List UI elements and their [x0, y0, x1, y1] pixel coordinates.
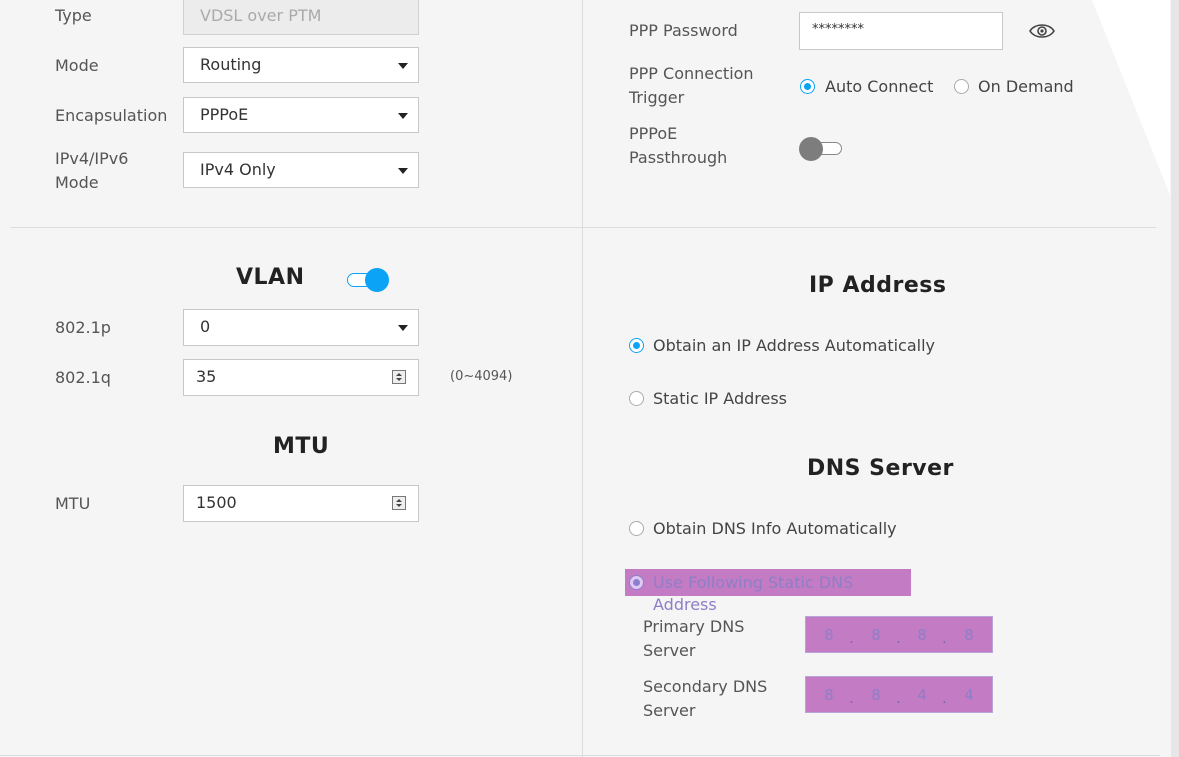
ppp-password-input[interactable]: ********: [799, 12, 1003, 50]
spinner-icon[interactable]: [392, 370, 406, 384]
ip-mode-label-line2: Mode: [55, 173, 99, 192]
vlan-title: VLAN: [236, 265, 305, 290]
secondary-dns-label-line2: Server: [643, 701, 696, 720]
mtu-label: MTU: [55, 494, 91, 513]
section-divider: [10, 227, 1156, 228]
vlan-q-input[interactable]: 35: [183, 359, 419, 396]
static-dns-label[interactable]: Use Following Static DNS Address: [653, 572, 911, 616]
obtain-ip-auto-label[interactable]: Obtain an IP Address Automatically: [653, 335, 935, 357]
vlan-q-value: 35: [196, 367, 217, 386]
mode-label: Mode: [55, 56, 99, 75]
octet-separator: .: [896, 689, 901, 707]
static-dns-highlight[interactable]: Use Following Static DNS Address: [625, 569, 911, 614]
column-divider-top: [582, 0, 583, 227]
obtain-ip-auto-radio[interactable]: [629, 338, 644, 353]
type-value: VDSL over PTM: [200, 6, 322, 25]
octet-separator: .: [849, 689, 854, 707]
secondary-dns-input[interactable]: 8 . 8 . 4 . 4: [805, 676, 993, 713]
chevron-down-icon: [398, 325, 408, 331]
secondary-dns-label-line1: Secondary DNS: [643, 677, 768, 696]
chevron-down-icon: [398, 63, 408, 69]
octet-separator: .: [942, 629, 947, 647]
ppp-trigger-label-line1: PPP Connection: [629, 64, 754, 83]
ppp-trigger-label-line2: Trigger: [629, 88, 685, 107]
column-divider-bottom: [582, 227, 583, 757]
eye-icon[interactable]: [1029, 22, 1055, 40]
octet[interactable]: 8: [819, 626, 839, 644]
ppp-password-label: PPP Password: [629, 21, 738, 40]
encapsulation-label: Encapsulation: [55, 106, 168, 125]
vlan-toggle[interactable]: [347, 268, 389, 292]
vlan-q-label: 802.1q: [55, 368, 111, 387]
octet[interactable]: 8: [866, 686, 886, 704]
toggle-knob: [799, 137, 823, 161]
vlan-q-range: (0~4094): [450, 369, 513, 384]
octet[interactable]: 4: [912, 686, 932, 704]
ip-mode-label-line1: IPv4/IPv6: [55, 149, 129, 168]
on-demand-label[interactable]: On Demand: [978, 76, 1074, 98]
vlan-p-value: 0: [200, 317, 211, 336]
bottom-divider: [0, 755, 1160, 756]
static-ip-radio[interactable]: [629, 391, 644, 406]
scrollbar-track[interactable]: [1171, 0, 1179, 757]
ppp-password-value: ********: [812, 22, 864, 37]
static-ip-label[interactable]: Static IP Address: [653, 388, 787, 410]
obtain-dns-auto-label[interactable]: Obtain DNS Info Automatically: [653, 518, 897, 540]
vlan-p-label: 802.1p: [55, 318, 111, 337]
passthrough-label-line1: PPPoE: [629, 124, 678, 143]
type-field: VDSL over PTM: [183, 0, 419, 35]
mode-value: Routing: [200, 55, 262, 74]
primary-dns-label-line1: Primary DNS: [643, 617, 745, 636]
encapsulation-select[interactable]: PPPoE: [183, 97, 419, 133]
passthrough-toggle[interactable]: [799, 137, 844, 161]
octet-separator: .: [849, 629, 854, 647]
octet[interactable]: 8: [959, 626, 979, 644]
chevron-down-icon: [398, 168, 408, 174]
mtu-input[interactable]: 1500: [183, 485, 419, 522]
on-demand-radio[interactable]: [954, 79, 969, 94]
chevron-down-icon: [398, 113, 408, 119]
primary-dns-label-line2: Server: [643, 641, 696, 660]
octet[interactable]: 8: [866, 626, 886, 644]
toggle-knob: [365, 268, 389, 292]
ip-address-title: IP Address: [809, 273, 947, 298]
mtu-value: 1500: [196, 493, 237, 512]
vlan-p-select[interactable]: 0: [183, 309, 419, 346]
decorative-shape: [1092, 0, 1170, 195]
obtain-dns-auto-radio[interactable]: [629, 521, 644, 536]
type-label: Type: [55, 6, 92, 25]
auto-connect-label[interactable]: Auto Connect: [825, 76, 933, 98]
ip-mode-select[interactable]: IPv4 Only: [183, 152, 419, 188]
primary-dns-input[interactable]: 8 . 8 . 8 . 8: [805, 616, 993, 653]
ip-mode-value: IPv4 Only: [200, 160, 276, 179]
mtu-title: MTU: [273, 434, 330, 459]
octet-separator: .: [896, 629, 901, 647]
octet[interactable]: 8: [819, 686, 839, 704]
static-dns-radio[interactable]: [629, 575, 644, 590]
octet[interactable]: 4: [959, 686, 979, 704]
octet-separator: .: [942, 689, 947, 707]
passthrough-label-line2: Passthrough: [629, 148, 728, 167]
encapsulation-value: PPPoE: [200, 105, 249, 124]
dns-title: DNS Server: [807, 456, 954, 481]
octet[interactable]: 8: [912, 626, 932, 644]
mode-select[interactable]: Routing: [183, 47, 419, 83]
auto-connect-radio[interactable]: [800, 79, 815, 94]
spinner-icon[interactable]: [392, 496, 406, 510]
